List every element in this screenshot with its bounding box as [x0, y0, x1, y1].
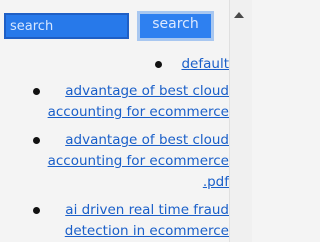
list-item: advantage of best cloud accounting for e…	[0, 81, 229, 123]
list-item: advantage of best cloud accounting for e…	[0, 130, 229, 193]
bullet-icon	[33, 207, 40, 214]
list-item: ai driven real time fraud detection in e…	[0, 200, 229, 242]
bullet-icon	[155, 61, 162, 68]
vertical-scrollbar[interactable]	[229, 0, 252, 242]
result-link[interactable]: advantage of best cloud accounting for e…	[48, 132, 229, 190]
bullet-icon	[33, 88, 40, 95]
result-link[interactable]: ai driven real time fraud detection in e…	[65, 202, 229, 239]
result-link[interactable]: advantage of best cloud accounting for e…	[48, 83, 229, 120]
search-button[interactable]: search	[137, 11, 214, 41]
scroll-up-arrow-icon[interactable]	[234, 12, 244, 18]
list-item: default	[0, 54, 229, 75]
result-link-default[interactable]: default	[181, 56, 229, 72]
search-panel: search default advantage of best cloud a…	[0, 0, 229, 242]
bullet-icon	[33, 137, 40, 144]
results-list: default advantage of best cloud accounti…	[0, 54, 229, 242]
search-input[interactable]	[4, 13, 129, 39]
